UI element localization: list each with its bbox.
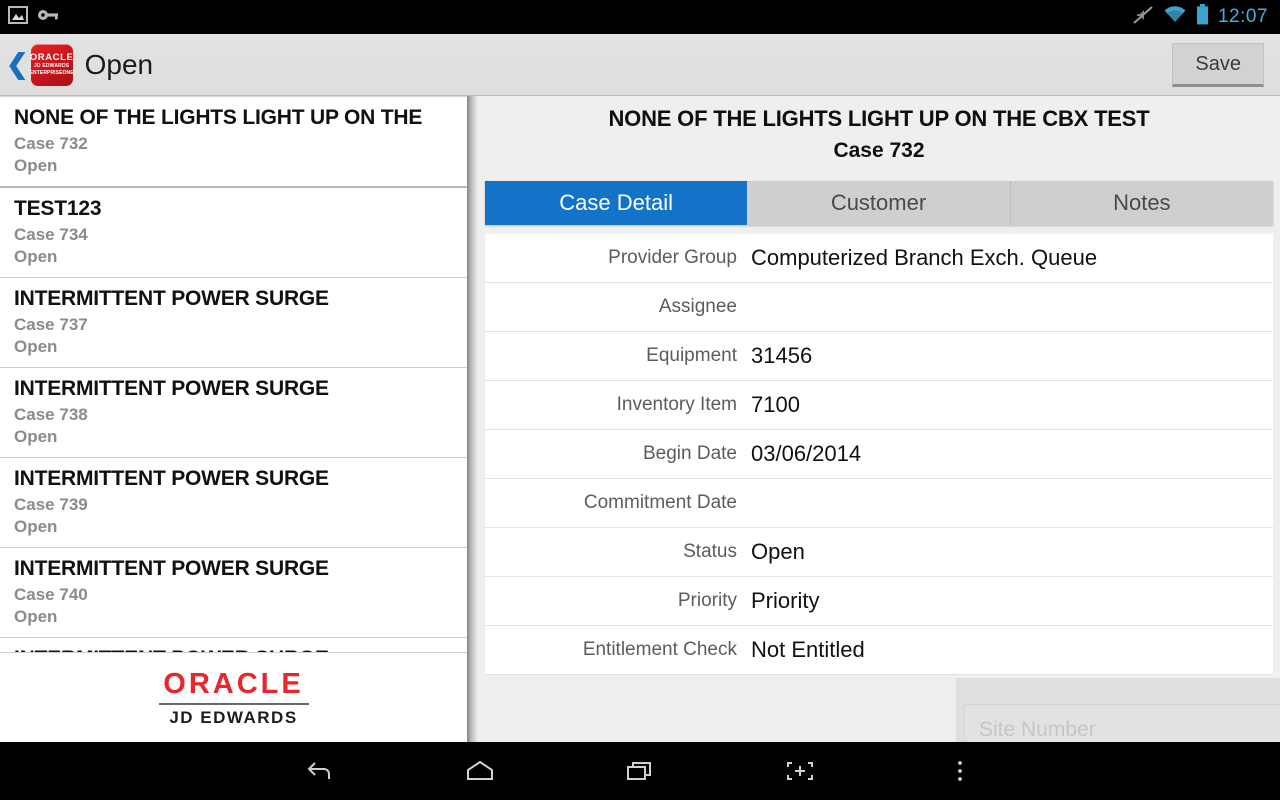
case-list[interactable]: NONE OF THE LIGHTS LIGHT UP ON THE Case … [0, 96, 467, 742]
list-item-status: Open [14, 337, 58, 356]
detail-row-commitment-date[interactable]: Commitment Date [485, 479, 1273, 528]
status-bar-right-icons: 12:07 [1132, 4, 1280, 30]
nav-screenshot-button[interactable] [720, 758, 880, 784]
list-item-status: Open [14, 427, 58, 446]
pane-divider [467, 96, 478, 742]
main-content: NONE OF THE LIGHTS LIGHT UP ON THE Case … [0, 96, 1280, 742]
android-nav-bar [0, 742, 1280, 800]
brand-divider [158, 702, 309, 705]
detail-row-inventory-item[interactable]: Inventory Item 7100 [485, 381, 1273, 430]
android-status-bar: 12:07 [0, 0, 1280, 34]
nav-home-button[interactable] [400, 758, 560, 784]
row-label: Assignee [658, 296, 737, 317]
detail-row-equipment[interactable]: Equipment 31456 [485, 332, 1273, 381]
tab-notes[interactable]: Notes [1010, 181, 1273, 225]
detail-case-number: Case 732 [833, 139, 925, 162]
row-label: Begin Date [642, 443, 737, 464]
list-item-title: INTERMITTENT POWER SURGE [14, 557, 329, 580]
list-item-title: INTERMITTENT POWER SURGE [14, 467, 329, 490]
save-button[interactable]: Save [1172, 42, 1264, 87]
row-value: Open [751, 539, 805, 564]
list-item-title: TEST123 [14, 197, 102, 220]
list-item-case: Case 734 [14, 225, 88, 244]
app-icon-line-oracle: ORACLE [30, 52, 73, 63]
oracle-jde-app-icon[interactable]: ORACLE JD EDWARDS ENTERPRISEONE [30, 43, 73, 86]
row-value: 7100 [751, 392, 800, 417]
detail-row-status[interactable]: Status Open [485, 528, 1273, 577]
list-item-case: Case 732 [14, 134, 88, 153]
list-item-status: Open [14, 607, 58, 626]
list-item-case: Case 738 [14, 405, 88, 424]
nav-overflow-menu-button[interactable] [880, 758, 1040, 784]
list-item-case: Case 737 [14, 315, 88, 334]
mute-icon [1132, 5, 1154, 30]
wifi-icon [1163, 5, 1187, 29]
detail-header: NONE OF THE LIGHTS LIGHT UP ON THE CBX T… [478, 96, 1280, 163]
row-label: Commitment Date [583, 492, 737, 513]
row-value: Computerized Branch Exch. Queue [751, 245, 1098, 270]
app-title-bar: ❮ ORACLE JD EDWARDS ENTERPRISEONE Open S… [0, 34, 1280, 96]
detail-title: NONE OF THE LIGHTS LIGHT UP ON THE CBX T… [608, 106, 1150, 131]
list-item[interactable]: INTERMITTENT POWER SURGE Case 737 Open [0, 278, 467, 368]
row-value: Priority [751, 588, 820, 613]
app-icon-line-jdedwards: JD EDWARDS [33, 63, 70, 69]
list-item[interactable]: INTERMITTENT POWER SURGE Case 738 Open [0, 368, 467, 458]
oracle-wordmark: ORACLE [163, 667, 304, 700]
list-item-title: NONE OF THE LIGHTS LIGHT UP ON THE [14, 106, 423, 129]
battery-icon [1196, 4, 1209, 30]
list-item[interactable]: INTERMITTENT POWER SURGE Case 740 Open [0, 548, 467, 638]
status-bar-left-icons [0, 5, 59, 29]
row-label: Provider Group [608, 247, 737, 268]
row-value: 31456 [751, 343, 813, 368]
list-item-status: Open [14, 517, 58, 536]
status-bar-clock: 12:07 [1217, 6, 1268, 27]
list-item-title: INTERMITTENT POWER SURGE [14, 377, 329, 400]
page-title: Open [84, 48, 154, 80]
list-item-status: Open [14, 247, 58, 266]
list-item-case: Case 739 [14, 495, 88, 514]
back-chevron-icon[interactable]: ❮ [0, 51, 31, 78]
detail-row-entitlement-check[interactable]: Entitlement Check Not Entitled [485, 626, 1273, 675]
detail-row-provider-group[interactable]: Provider Group Computerized Branch Exch.… [485, 234, 1273, 283]
list-item-status: Open [14, 156, 58, 175]
row-value: 03/06/2014 [751, 441, 862, 466]
row-label: Inventory Item [616, 394, 737, 415]
screen: 12:07 ❮ ORACLE JD EDWARDS ENTERPRISEONE … [0, 0, 1280, 800]
detail-bottom-strip: Site Number Site Address Photos (0) [956, 678, 1280, 742]
list-item-case: Case 740 [14, 585, 88, 604]
row-label: Entitlement Check [582, 639, 737, 660]
row-value: Not Entitled [751, 637, 865, 662]
list-item-title: INTERMITTENT POWER SURGE [14, 287, 329, 310]
detail-row-priority[interactable]: Priority Priority [485, 577, 1273, 626]
app-icon-line-enterpriseone: ENTERPRISEONE [30, 70, 73, 76]
detail-row-begin-date[interactable]: Begin Date 03/06/2014 [485, 430, 1273, 479]
list-item[interactable]: INTERMITTENT POWER SURGE Case 739 Open [0, 458, 467, 548]
jdedwards-wordmark: JD EDWARDS [169, 707, 298, 727]
list-item[interactable]: TEST123 Case 734 Open [0, 188, 467, 278]
detail-rows: Provider Group Computerized Branch Exch.… [478, 234, 1273, 675]
tab-customer[interactable]: Customer [747, 181, 1011, 225]
row-label: Priority [677, 590, 737, 611]
site-number-field[interactable]: Site Number [964, 704, 1280, 742]
nav-recents-button[interactable] [560, 758, 720, 784]
screenshot-icon [8, 5, 28, 29]
row-label: Status [683, 541, 737, 562]
row-label: Equipment [646, 345, 737, 366]
detail-row-assignee[interactable]: Assignee [485, 283, 1273, 332]
detail-tabs: Case Detail Customer Notes [485, 181, 1273, 225]
nav-back-button[interactable] [240, 758, 400, 784]
case-detail-pane: NONE OF THE LIGHTS LIGHT UP ON THE CBX T… [478, 96, 1280, 742]
vpn-key-icon [37, 8, 59, 27]
oracle-jdedwards-brand: ORACLE JD EDWARDS [0, 652, 467, 742]
list-item[interactable]: NONE OF THE LIGHTS LIGHT UP ON THE Case … [0, 97, 467, 188]
tab-case-detail[interactable]: Case Detail [485, 181, 748, 225]
